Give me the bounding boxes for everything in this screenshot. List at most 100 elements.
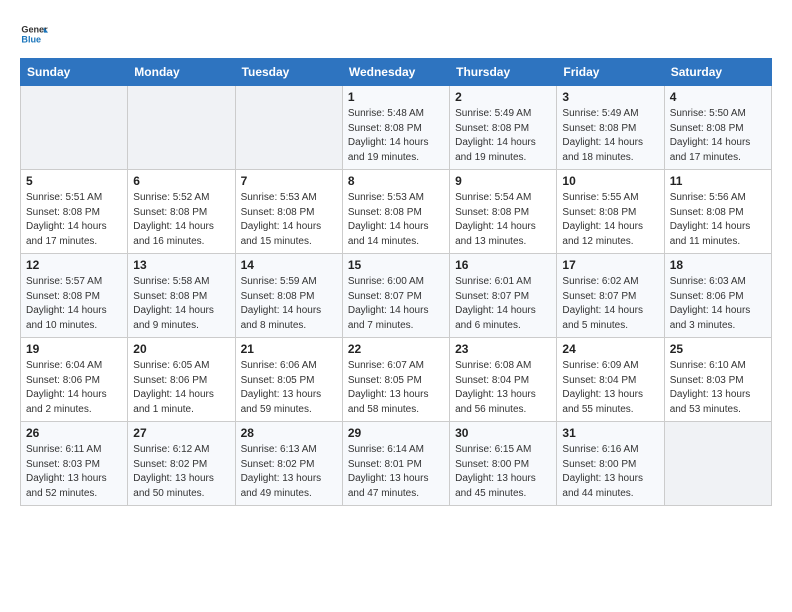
day-number: 6 [133, 174, 229, 188]
calendar-week-1: 1 Sunrise: 5:48 AM Sunset: 8:08 PM Daylig… [21, 86, 772, 170]
day-number: 24 [562, 342, 658, 356]
day-info: Sunrise: 6:14 AM Sunset: 8:01 PM Dayligh… [348, 443, 444, 501]
day-number: 5 [26, 174, 122, 188]
calendar-cell: 6 Sunrise: 5:52 AM Sunset: 8:08 PM Daylig… [128, 170, 235, 254]
day-info: Sunrise: 5:50 AM Sunset: 8:08 PM Dayligh… [670, 107, 766, 165]
calendar-week-3: 12 Sunrise: 5:57 AM Sunset: 8:08 PM Dayli… [21, 254, 772, 338]
weekday-header-row: SundayMondayTuesdayWednesdayThursdayFrid… [21, 59, 772, 86]
page-header: General Blue [20, 20, 772, 48]
day-number: 13 [133, 258, 229, 272]
day-number: 2 [455, 90, 551, 104]
day-info: Sunrise: 6:10 AM Sunset: 8:03 PM Dayligh… [670, 359, 766, 417]
day-number: 23 [455, 342, 551, 356]
day-info: Sunrise: 5:52 AM Sunset: 8:08 PM Dayligh… [133, 191, 229, 249]
day-number: 20 [133, 342, 229, 356]
calendar-cell: 20 Sunrise: 6:05 AM Sunset: 8:06 PM Dayli… [128, 338, 235, 422]
day-info: Sunrise: 6:02 AM Sunset: 8:07 PM Dayligh… [562, 275, 658, 333]
day-number: 28 [241, 426, 337, 440]
day-info: Sunrise: 5:48 AM Sunset: 8:08 PM Dayligh… [348, 107, 444, 165]
weekday-friday: Friday [557, 59, 664, 86]
weekday-monday: Monday [128, 59, 235, 86]
calendar-week-5: 26Sunrise: 6:11 AM Sunset: 8:03 PM Dayli… [21, 422, 772, 506]
day-number: 30 [455, 426, 551, 440]
weekday-wednesday: Wednesday [342, 59, 449, 86]
day-number: 25 [670, 342, 766, 356]
day-number: 16 [455, 258, 551, 272]
calendar-cell: 25 Sunrise: 6:10 AM Sunset: 8:03 PM Dayli… [664, 338, 771, 422]
calendar-cell: 2 Sunrise: 5:49 AM Sunset: 8:08 PM Daylig… [450, 86, 557, 170]
day-info: Sunrise: 6:16 AM Sunset: 8:00 PM Dayligh… [562, 443, 658, 501]
day-number: 19 [26, 342, 122, 356]
calendar-cell: 13 Sunrise: 5:58 AM Sunset: 8:08 PM Dayli… [128, 254, 235, 338]
day-number: 31 [562, 426, 658, 440]
calendar-cell: 24Sunrise: 6:09 AM Sunset: 8:04 PM Dayli… [557, 338, 664, 422]
calendar-cell: 27 Sunrise: 6:12 AM Sunset: 8:02 PM Dayli… [128, 422, 235, 506]
day-number: 9 [455, 174, 551, 188]
day-number: 7 [241, 174, 337, 188]
calendar-week-2: 5 Sunrise: 5:51 AM Sunset: 8:08 PM Daylig… [21, 170, 772, 254]
day-number: 27 [133, 426, 229, 440]
day-number: 12 [26, 258, 122, 272]
logo: General Blue [20, 20, 52, 48]
calendar-cell: 11Sunrise: 5:56 AM Sunset: 8:08 PM Dayli… [664, 170, 771, 254]
weekday-sunday: Sunday [21, 59, 128, 86]
day-info: Sunrise: 5:56 AM Sunset: 8:08 PM Dayligh… [670, 191, 766, 249]
day-info: Sunrise: 6:05 AM Sunset: 8:06 PM Dayligh… [133, 359, 229, 417]
calendar-cell: 1 Sunrise: 5:48 AM Sunset: 8:08 PM Daylig… [342, 86, 449, 170]
calendar-cell: 22 Sunrise: 6:07 AM Sunset: 8:05 PM Dayli… [342, 338, 449, 422]
calendar-cell: 26Sunrise: 6:11 AM Sunset: 8:03 PM Dayli… [21, 422, 128, 506]
weekday-saturday: Saturday [664, 59, 771, 86]
calendar-cell: 21 Sunrise: 6:06 AM Sunset: 8:05 PM Dayli… [235, 338, 342, 422]
day-number: 21 [241, 342, 337, 356]
day-info: Sunrise: 5:53 AM Sunset: 8:08 PM Dayligh… [241, 191, 337, 249]
calendar-body: 1 Sunrise: 5:48 AM Sunset: 8:08 PM Daylig… [21, 86, 772, 506]
calendar-cell: 31 Sunrise: 6:16 AM Sunset: 8:00 PM Dayli… [557, 422, 664, 506]
calendar-cell: 16 Sunrise: 6:01 AM Sunset: 8:07 PM Dayli… [450, 254, 557, 338]
day-info: Sunrise: 5:51 AM Sunset: 8:08 PM Dayligh… [26, 191, 122, 249]
calendar-cell: 14 Sunrise: 5:59 AM Sunset: 8:08 PM Dayli… [235, 254, 342, 338]
calendar-cell: 8 Sunrise: 5:53 AM Sunset: 8:08 PM Daylig… [342, 170, 449, 254]
calendar-cell: 30 Sunrise: 6:15 AM Sunset: 8:00 PM Dayli… [450, 422, 557, 506]
calendar-cell: 9 Sunrise: 5:54 AM Sunset: 8:08 PM Daylig… [450, 170, 557, 254]
day-number: 14 [241, 258, 337, 272]
day-number: 8 [348, 174, 444, 188]
day-info: Sunrise: 5:59 AM Sunset: 8:08 PM Dayligh… [241, 275, 337, 333]
day-info: Sunrise: 5:49 AM Sunset: 8:08 PM Dayligh… [455, 107, 551, 165]
day-info: Sunrise: 6:08 AM Sunset: 8:04 PM Dayligh… [455, 359, 551, 417]
day-info: Sunrise: 6:15 AM Sunset: 8:00 PM Dayligh… [455, 443, 551, 501]
day-number: 4 [670, 90, 766, 104]
day-info: Sunrise: 5:55 AM Sunset: 8:08 PM Dayligh… [562, 191, 658, 249]
calendar-cell: 10 Sunrise: 5:55 AM Sunset: 8:08 PM Dayli… [557, 170, 664, 254]
svg-text:Blue: Blue [21, 34, 41, 44]
day-info: Sunrise: 6:12 AM Sunset: 8:02 PM Dayligh… [133, 443, 229, 501]
day-number: 1 [348, 90, 444, 104]
day-number: 3 [562, 90, 658, 104]
day-info: Sunrise: 6:04 AM Sunset: 8:06 PM Dayligh… [26, 359, 122, 417]
day-info: Sunrise: 5:54 AM Sunset: 8:08 PM Dayligh… [455, 191, 551, 249]
day-info: Sunrise: 6:01 AM Sunset: 8:07 PM Dayligh… [455, 275, 551, 333]
calendar-cell [21, 86, 128, 170]
calendar-cell [128, 86, 235, 170]
day-number: 15 [348, 258, 444, 272]
day-number: 22 [348, 342, 444, 356]
calendar-cell: 17Sunrise: 6:02 AM Sunset: 8:07 PM Dayli… [557, 254, 664, 338]
day-info: Sunrise: 6:13 AM Sunset: 8:02 PM Dayligh… [241, 443, 337, 501]
calendar-cell [664, 422, 771, 506]
calendar-cell: 23 Sunrise: 6:08 AM Sunset: 8:04 PM Dayli… [450, 338, 557, 422]
calendar-cell: 19 Sunrise: 6:04 AM Sunset: 8:06 PM Dayli… [21, 338, 128, 422]
calendar-cell: 18Sunrise: 6:03 AM Sunset: 8:06 PM Dayli… [664, 254, 771, 338]
calendar-table: SundayMondayTuesdayWednesdayThursdayFrid… [20, 58, 772, 506]
day-number: 10 [562, 174, 658, 188]
day-number: 29 [348, 426, 444, 440]
calendar-cell: 4 Sunrise: 5:50 AM Sunset: 8:08 PM Daylig… [664, 86, 771, 170]
calendar-cell: 12 Sunrise: 5:57 AM Sunset: 8:08 PM Dayli… [21, 254, 128, 338]
day-info: Sunrise: 6:06 AM Sunset: 8:05 PM Dayligh… [241, 359, 337, 417]
weekday-thursday: Thursday [450, 59, 557, 86]
day-number: 26 [26, 426, 122, 440]
calendar-cell: 3Sunrise: 5:49 AM Sunset: 8:08 PM Daylig… [557, 86, 664, 170]
day-info: Sunrise: 5:57 AM Sunset: 8:08 PM Dayligh… [26, 275, 122, 333]
calendar-week-4: 19 Sunrise: 6:04 AM Sunset: 8:06 PM Dayli… [21, 338, 772, 422]
day-info: Sunrise: 5:53 AM Sunset: 8:08 PM Dayligh… [348, 191, 444, 249]
day-info: Sunrise: 6:07 AM Sunset: 8:05 PM Dayligh… [348, 359, 444, 417]
day-info: Sunrise: 5:58 AM Sunset: 8:08 PM Dayligh… [133, 275, 229, 333]
